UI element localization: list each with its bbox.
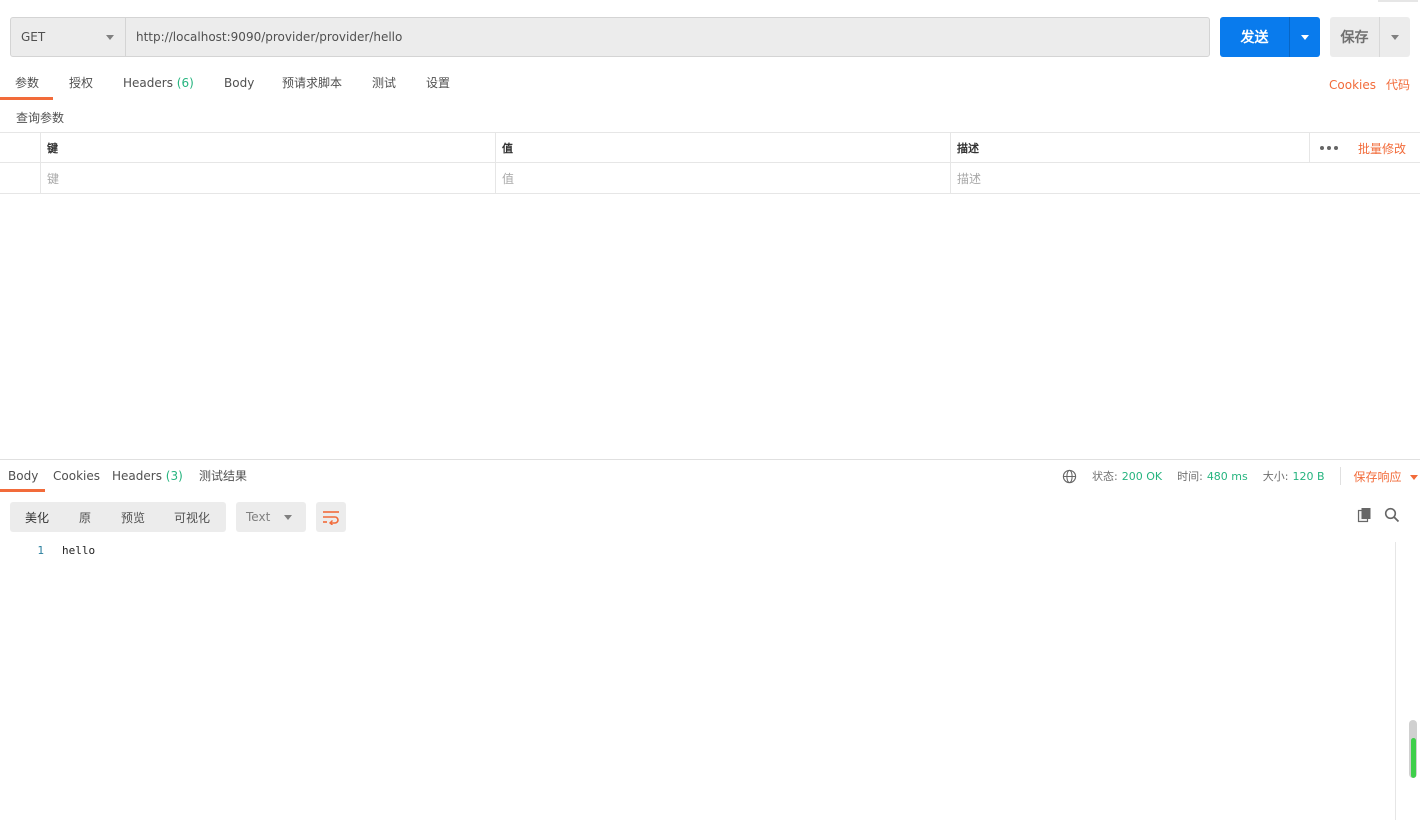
language-label: Text (246, 510, 271, 524)
chevron-down-icon (1409, 474, 1418, 480)
tab-label: Body (224, 76, 255, 90)
time-value: 480 ms (1206, 469, 1248, 483)
save-label: 保存 (1340, 30, 1369, 46)
send-dropdown-button[interactable] (1290, 17, 1320, 57)
key-input[interactable]: 键 (40, 163, 495, 193)
tab-headers[interactable]: Headers (6) (123, 74, 194, 100)
response-body-editor[interactable]: 1 hello (0, 542, 1395, 828)
scrollbar-track (1395, 542, 1396, 820)
right-links: Cookies 代码 (1319, 76, 1410, 93)
divider (1339, 467, 1341, 485)
pretty-button[interactable]: 美化 (25, 502, 49, 532)
globe-icon[interactable] (1062, 469, 1077, 484)
tab-label: Headers (112, 469, 162, 483)
visualize-button[interactable]: 可视化 (174, 502, 210, 532)
response-status: 状态: 200 OK 时间: 480 ms 大小: 120 B 保存响应 (1062, 467, 1418, 485)
save-dropdown-button[interactable] (1380, 17, 1410, 57)
size-label: 大小: (1262, 470, 1289, 483)
tab-params[interactable]: 参数 (0, 74, 54, 100)
size-value: 120 B (1292, 469, 1325, 483)
tab-label: 测试结果 (199, 469, 248, 483)
chevron-down-icon (1301, 34, 1309, 40)
raw-button[interactable]: 原 (79, 502, 91, 532)
response-tab-headers[interactable]: Headers (3) (112, 467, 183, 492)
chevron-down-icon (106, 35, 114, 40)
tab-label: Cookies (53, 469, 100, 483)
search-icon[interactable] (1384, 507, 1400, 523)
tab-auth[interactable]: 授权 (69, 74, 93, 100)
save-response-label: 保存响应 (1353, 469, 1402, 484)
tab-count: (6) (176, 76, 194, 90)
save-response-button[interactable]: 保存响应 (1354, 468, 1418, 485)
status-label: 状态: (1092, 470, 1118, 483)
window-edge (1378, 0, 1418, 2)
format-toggle-group: 美化 原 预览 可视化 (10, 502, 226, 532)
preview-button[interactable]: 预览 (121, 502, 145, 532)
header-key: 键 (40, 133, 495, 163)
description-input[interactable]: 描述 (950, 163, 1310, 193)
method-label: GET (21, 30, 46, 44)
chevron-down-icon (284, 515, 292, 520)
tab-label: 测试 (372, 76, 397, 90)
response-divider[interactable] (0, 459, 1420, 460)
status-value: 200 OK (1121, 469, 1163, 483)
params-table: 键 值 描述 批量修改 键 值 描述 (0, 132, 1420, 194)
response-tab-body[interactable]: Body (0, 467, 46, 492)
table-header-row: 键 值 描述 批量修改 (0, 132, 1420, 163)
tab-body[interactable]: Body (224, 74, 254, 100)
query-params-title: 查询参数 (16, 111, 65, 125)
method-select[interactable]: GET (11, 18, 126, 56)
tab-label: 授权 (69, 76, 94, 90)
tab-label: 预请求脚本 (282, 76, 343, 90)
chevron-down-icon (1391, 34, 1399, 40)
response-tab-cookies[interactable]: Cookies (53, 467, 100, 492)
header-description: 描述 (950, 133, 1310, 163)
tab-label: 设置 (426, 76, 451, 90)
request-bar: GET http://localhost:9090/provider/provi… (10, 17, 1210, 57)
wrap-lines-icon (323, 511, 339, 525)
header-value: 值 (495, 133, 950, 163)
code-link[interactable]: 代码 (1386, 78, 1410, 92)
wrap-lines-button[interactable] (316, 502, 346, 532)
more-dots-icon[interactable] (1320, 146, 1338, 150)
tab-tests[interactable]: 测试 (372, 74, 396, 100)
header-tools: 批量修改 (1309, 133, 1420, 163)
tab-prerequest-script[interactable]: 预请求脚本 (282, 74, 342, 100)
cookies-link[interactable]: Cookies (1329, 78, 1376, 92)
line-number: 1 (37, 544, 44, 557)
response-tab-test-results[interactable]: 测试结果 (199, 467, 247, 492)
tab-label: Body (8, 469, 39, 483)
tab-settings[interactable]: 设置 (426, 74, 450, 100)
url-input[interactable]: http://localhost:9090/provider/provider/… (126, 18, 1209, 56)
time-label: 时间: (1177, 470, 1203, 483)
save-button[interactable]: 保存 (1330, 17, 1410, 57)
table-row: 键 值 描述 (0, 163, 1420, 194)
scrollbar-thumb[interactable] (1409, 720, 1417, 778)
tab-label: Headers (123, 76, 173, 90)
send-label: 发送 (1240, 30, 1269, 46)
code-line: hello (62, 544, 96, 557)
bulk-edit-link[interactable]: 批量修改 (1358, 140, 1406, 157)
language-select[interactable]: Text (236, 502, 306, 532)
tab-label: 参数 (15, 76, 40, 90)
copy-icon[interactable] (1357, 507, 1373, 523)
value-input[interactable]: 值 (495, 163, 950, 193)
send-button[interactable]: 发送 (1220, 17, 1320, 57)
tab-count: (3) (165, 469, 183, 483)
url-text: http://localhost:9090/provider/provider/… (136, 30, 403, 44)
